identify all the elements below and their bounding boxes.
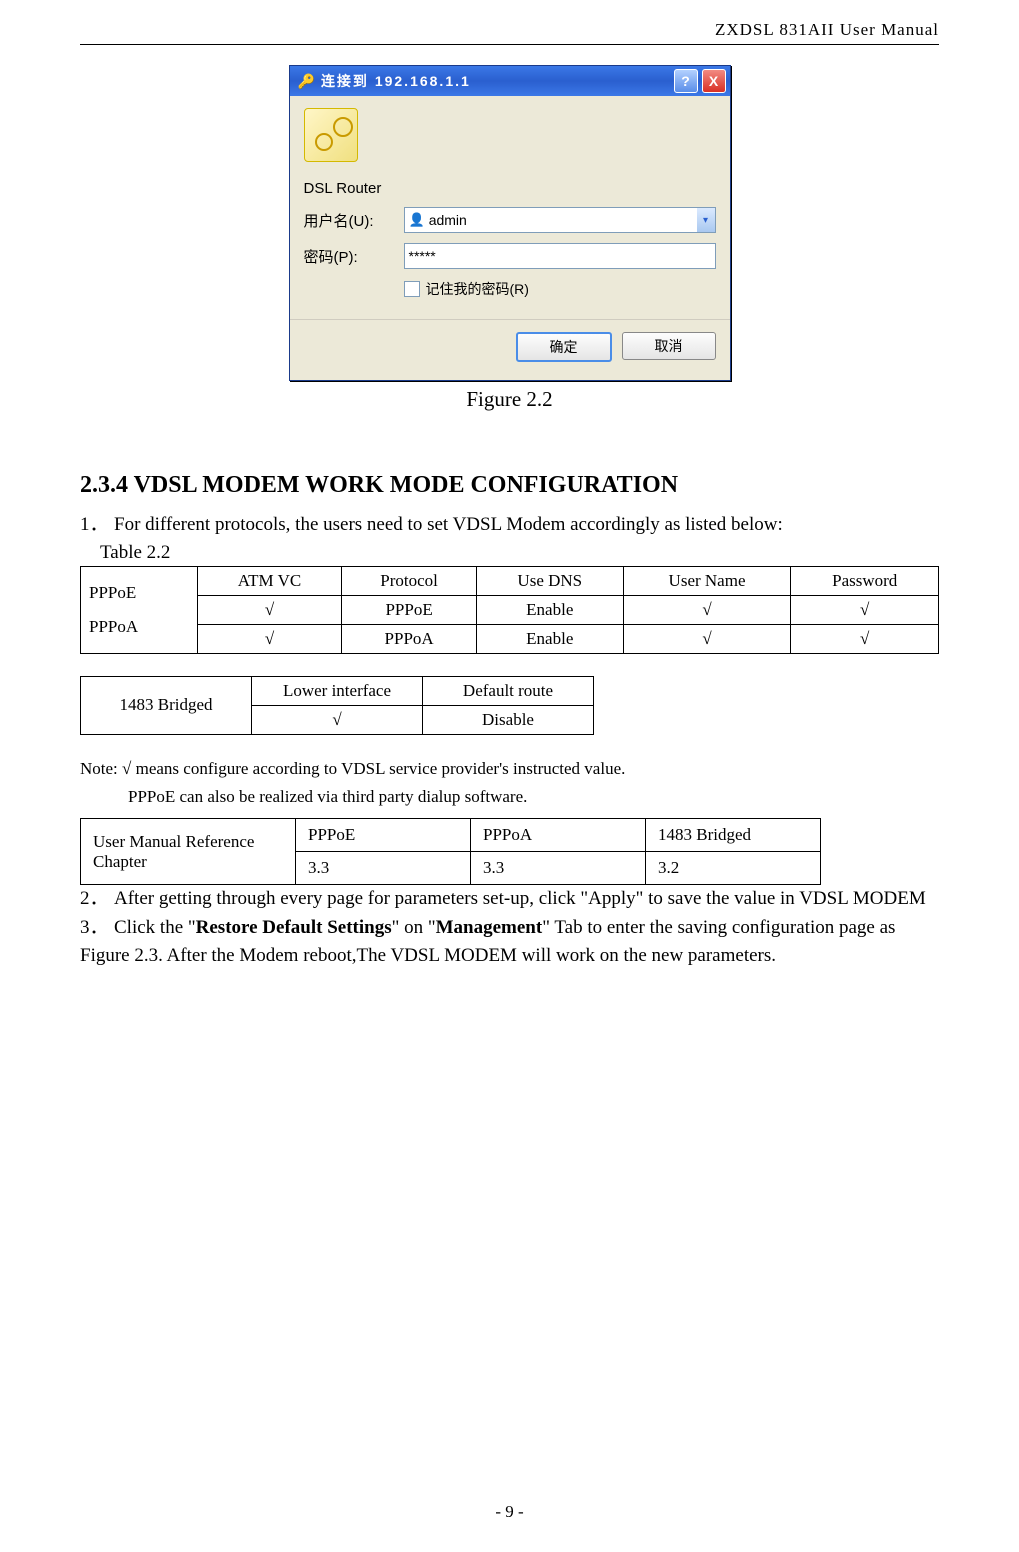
t3-h0: PPPoE — [296, 819, 471, 852]
section-heading: 2.3.4 VDSL MODEM WORK MODE CONFIGURATION — [80, 472, 939, 499]
protocol-table: PPPoE PPPoA ATM VC Protocol Use DNS User… — [80, 566, 939, 654]
t3-r0c0: 3.3 — [296, 852, 471, 885]
t1-h2: Use DNS — [476, 566, 623, 595]
t1-r0c0: √ — [197, 595, 342, 624]
t1-r1c2: Enable — [476, 624, 623, 653]
note-line-1: Note: √ means configure according to VDS… — [80, 759, 625, 778]
reference-table-rowhead: User Manual Reference Chapter — [81, 819, 296, 885]
chevron-down-icon: ▾ — [703, 215, 708, 226]
step-3-bold-a: Restore Default Settings — [196, 917, 392, 938]
t1-r1c1: PPPoA — [342, 624, 477, 653]
note-line-2: PPPoE can also be realized via third par… — [128, 783, 939, 812]
step-3: 3．Click the "Restore Default Settings" o… — [80, 914, 939, 971]
ok-button[interactable]: 确定 — [516, 332, 612, 362]
username-input[interactable]: 👤 admin — [404, 207, 697, 233]
step-1-text: For different protocols, the users need … — [114, 514, 783, 535]
t2-r0c1: Disable — [423, 705, 594, 734]
username-value: admin — [429, 212, 467, 228]
password-value: ***** — [409, 248, 436, 264]
t1-r0c3: √ — [623, 595, 791, 624]
t1-r1c0: √ — [197, 624, 342, 653]
reference-table: User Manual Reference Chapter PPPoE PPPo… — [80, 818, 821, 885]
password-label: 密码(P): — [304, 246, 404, 267]
password-input[interactable]: ***** — [404, 243, 716, 269]
cancel-button[interactable]: 取消 — [622, 332, 716, 360]
page-header: ZXDSL 831AII User Manual — [80, 20, 939, 40]
table-2-2-label: Table 2.2 — [100, 542, 939, 564]
t3-r0c1: 3.3 — [471, 852, 646, 885]
keys-large-icon — [304, 108, 358, 162]
step-3-text-b: " on " — [392, 917, 436, 938]
t1-r0c2: Enable — [476, 595, 623, 624]
keys-icon: 🔑 — [298, 73, 315, 90]
dialog-subtitle: DSL Router — [304, 180, 716, 197]
dialog-title: 连接到 192.168.1.1 — [321, 71, 670, 91]
bridged-table-rowhead: 1483 Bridged — [81, 676, 252, 734]
t3-h1: PPPoA — [471, 819, 646, 852]
t1-h4: Password — [791, 566, 939, 595]
t1-h1: Protocol — [342, 566, 477, 595]
remember-label: 记住我的密码(R) — [426, 279, 529, 299]
dialog-titlebar: 🔑 连接到 192.168.1.1 ? X — [290, 66, 730, 96]
t2-h0: Lower interface — [252, 676, 423, 705]
close-button[interactable]: X — [702, 69, 726, 93]
step-1-number: 1． — [80, 511, 114, 540]
step-2: 2．After getting through every page for p… — [80, 885, 939, 914]
t2-r0c0: √ — [252, 705, 423, 734]
step-3-text-a: Click the " — [114, 917, 196, 938]
t2-h1: Default route — [423, 676, 594, 705]
bridged-table: 1483 Bridged Lower interface Default rou… — [80, 676, 594, 735]
username-dropdown-button[interactable]: ▾ — [697, 207, 716, 233]
step-1: 1．For different protocols, the users nee… — [80, 511, 939, 540]
t1-r0c4: √ — [791, 595, 939, 624]
step-3-number: 3． — [80, 914, 114, 943]
help-button[interactable]: ? — [674, 69, 698, 93]
login-dialog: 🔑 连接到 192.168.1.1 ? X DSL Router 用户名(U):… — [289, 65, 731, 381]
username-label: 用户名(U): — [304, 210, 404, 231]
step-3-bold-b: Management — [436, 917, 543, 938]
t3-r0c2: 3.2 — [646, 852, 821, 885]
note-block: Note: √ means configure according to VDS… — [80, 755, 939, 813]
person-icon: 👤 — [409, 212, 425, 228]
t3-h2: 1483 Bridged — [646, 819, 821, 852]
t1-h3: User Name — [623, 566, 791, 595]
t1-r1c3: √ — [623, 624, 791, 653]
t1-r0c1: PPPoE — [342, 595, 477, 624]
step-2-number: 2． — [80, 885, 114, 914]
protocol-table-rowhead: PPPoE PPPoA — [81, 566, 198, 653]
remember-checkbox[interactable] — [404, 281, 420, 297]
t1-h0: ATM VC — [197, 566, 342, 595]
figure-caption: Figure 2.2 — [80, 387, 939, 412]
t1-r1c4: √ — [791, 624, 939, 653]
step-2-text: After getting through every page for par… — [114, 888, 926, 909]
header-divider — [80, 44, 939, 45]
page-footer: - 9 - — [0, 1502, 1019, 1522]
